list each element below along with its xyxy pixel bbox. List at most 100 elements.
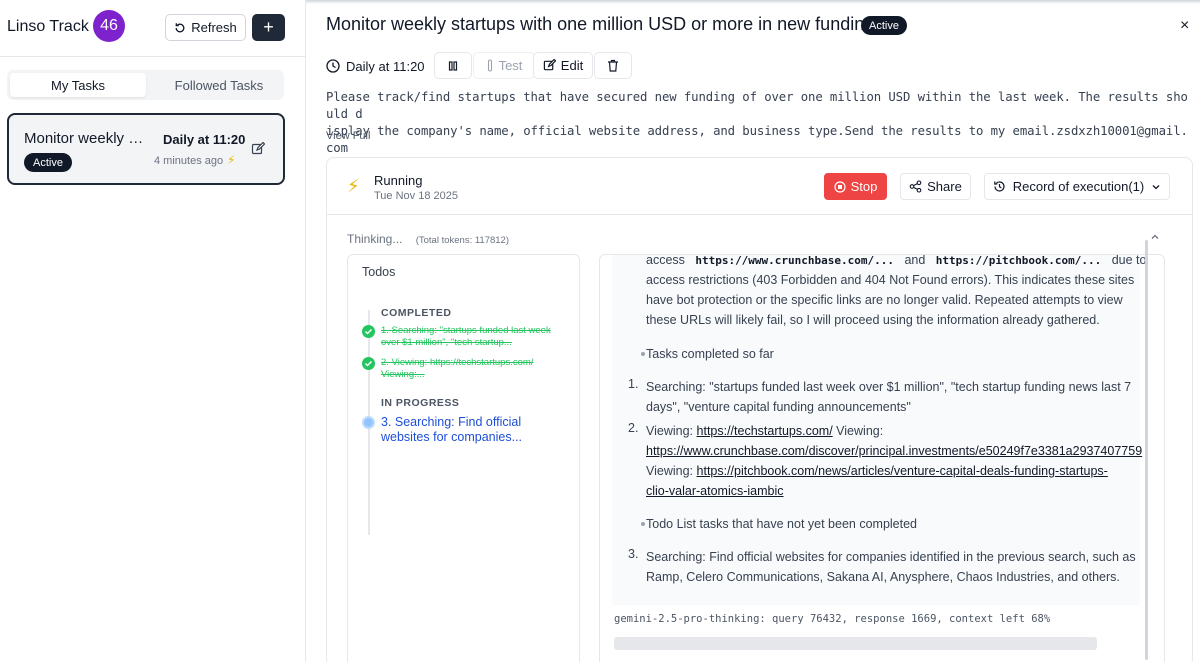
list-item-line: Viewing: https://pitchbook.com/news/arti… [646,461,1108,481]
edit-icon[interactable] [251,142,265,156]
chevron-up-icon[interactable] [1150,232,1160,242]
list-item-line: Ramp, Celero Communications, Sakana AI, … [646,570,1120,584]
todo-item-completed: 2. Viewing: https://techstartups.com/ Vi… [381,357,534,380]
thinking-label: Thinking... [347,232,403,246]
close-icon[interactable]: × [1180,17,1189,35]
check-circle-icon [362,357,375,370]
tab-followed-tasks[interactable]: Followed Tasks [151,73,287,97]
trash-icon [608,59,618,72]
text-span: Viewing: [836,424,884,438]
tab-my-tasks[interactable]: My Tasks [10,73,146,97]
refresh-label: Refresh [191,20,237,35]
bullet-text: Tasks completed so far [646,347,774,361]
record-label: Record of execution(1) [1012,179,1145,194]
bullet-dot [641,352,645,356]
completed-header: COMPLETED [381,307,452,319]
execution-date: Tue Nov 18 2025 [374,190,458,202]
edit-button[interactable]: Edit [533,52,593,79]
prompt-line-2: isplay the company's name, official webs… [326,124,1188,155]
pause-button[interactable] [434,52,472,79]
text-span: Viewing: [646,424,694,438]
paragraph-line: these URLs will likely fail, so I will p… [646,313,1100,327]
todos-panel: Todos COMPLETED 1. Searching: "startups … [347,254,580,662]
test-button[interactable]: Test [473,52,535,79]
task-count-badge[interactable]: 46 [93,10,125,42]
stop-button[interactable]: Stop [824,173,887,200]
inline-code: https://www.crunchbase.com/... [695,254,895,267]
edit-label: Edit [560,58,584,73]
chevron-down-icon [1152,184,1160,189]
test-label: Test [498,58,523,73]
share-button[interactable]: Share [900,173,971,200]
progress-dot-icon [362,416,375,429]
sidebar-header: Linso Track 46 Refresh + [0,0,305,57]
share-icon [909,180,922,193]
page-title: Monitor weekly startups with one million… [326,14,880,34]
text-span: access [646,254,685,267]
prompt-line-1: Please track/find startups that have sec… [326,90,1188,121]
delete-button[interactable] [594,52,632,79]
link[interactable]: clio-valar-atomics-iambic [646,484,784,498]
thinking-content: access https://www.crunchbase.com/... an… [612,255,1146,605]
todo-item-completed: 1. Searching: "startups funded last week… [381,325,551,348]
plus-icon: + [263,17,274,37]
horizontal-scrollbar[interactable] [614,637,1097,650]
list-item-line: days", "venture capital funding announce… [646,400,911,414]
task-card[interactable]: Monitor weekly s... Daily at 11:20 Activ… [7,113,285,185]
todos-title: Todos [362,265,396,279]
text-span: and [904,254,926,267]
list-number: 2. [628,421,639,435]
main-panel: Monitor weekly startups with one million… [306,0,1200,662]
inline-code: https://pitchbook.com/... [935,254,1102,267]
execution-state: Running [374,173,423,188]
task-card-name: Monitor weekly s... [24,130,146,147]
link[interactable]: https://www.crunchbase.com/discover/prin… [646,444,1142,458]
history-icon [993,181,1005,192]
text-span: due to [1111,254,1147,267]
list-number: 3. [628,547,639,561]
list-item-line: Searching: Find official websites for co… [646,550,1136,564]
sidebar: Linso Track 46 Refresh + My Tasks Follow… [0,0,306,662]
list-item-line: clio-valar-atomics-iambic [646,481,784,501]
execution-panel: ⚡ Running Tue Nov 18 2025 Stop Share Rec… [326,157,1193,662]
thinking-row[interactable]: Thinking... (Total tokens: 117812) [347,232,509,246]
stop-icon [834,180,846,193]
list-item-line: Searching: "startups funded last week ov… [646,380,1132,394]
check-circle-icon [362,325,375,338]
link[interactable]: https://techstartups.com/ [697,424,833,438]
bolt-icon: ⚡ [227,153,236,167]
task-prompt: Please track/find startups that have sec… [326,89,1190,157]
refresh-button[interactable]: Refresh [165,14,246,41]
paragraph-line: have bot protection or the specific link… [646,293,1123,307]
model-usage-line: gemini-2.5-pro-thinking: query 76432, re… [614,613,1051,625]
text-span: Viewing: [646,464,694,478]
status-badge: Active [861,16,907,35]
list-item-line: Viewing: https://techstartups.com/ Viewi… [646,421,883,441]
task-card-schedule: Daily at 11:20 [163,132,246,147]
paragraph-line: access restrictions (403 Forbidden and 4… [646,273,1135,287]
clock-icon [326,59,340,73]
stop-label: Stop [850,179,878,194]
test-tube-icon [487,59,492,72]
view-full-link[interactable]: View Full [326,130,370,142]
task-tabs: My Tasks Followed Tasks [7,70,284,100]
link[interactable]: https://pitchbook.com/news/articles/vent… [697,464,1108,478]
thinking-detail-panel: access https://www.crunchbase.com/... an… [599,254,1165,662]
task-card-time-ago: 4 minutes ago [154,155,224,167]
add-task-button[interactable]: + [252,14,285,41]
status-badge: Active [24,153,72,172]
bullet-text: Todo List tasks that have not yet been c… [646,517,918,531]
pause-icon [448,60,458,71]
schedule-row: Daily at 11:20 [326,53,425,79]
paragraph-line: access https://www.crunchbase.com/... an… [646,254,1147,271]
todo-item-in-progress: 3. Searching: Find official websites for… [381,415,523,444]
list-item-line: https://www.crunchbase.com/discover/prin… [646,441,1142,461]
bullet-dot [641,522,645,526]
vertical-scrollbar[interactable] [1145,240,1148,660]
record-of-execution-dropdown[interactable]: Record of execution(1) [984,173,1170,200]
refresh-icon [175,22,185,32]
bolt-icon: ⚡ [347,176,360,196]
in-progress-header: IN PROGRESS [381,397,460,409]
share-label: Share [927,179,962,194]
app-title: Linso Track [7,18,89,35]
